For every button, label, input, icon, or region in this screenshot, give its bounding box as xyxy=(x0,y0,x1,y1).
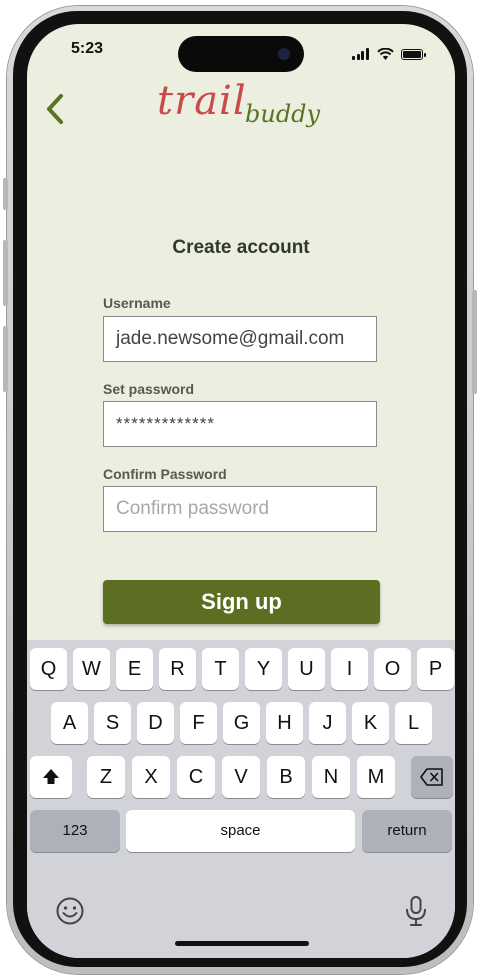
phone-side-button xyxy=(3,178,8,210)
key[interactable]: D xyxy=(137,702,174,744)
key[interactable]: F xyxy=(180,702,217,744)
space-key[interactable]: space xyxy=(126,810,355,852)
numbers-key[interactable]: 123 xyxy=(30,810,120,852)
key[interactable]: R xyxy=(159,648,196,690)
signal-icon xyxy=(352,42,370,60)
key[interactable]: N xyxy=(312,756,350,798)
screen: 5:23 trail buddy Create account Username… xyxy=(27,24,455,958)
shift-key[interactable] xyxy=(30,756,72,798)
confirm-password-field[interactable]: Confirm password xyxy=(103,486,377,532)
key[interactable]: S xyxy=(94,702,131,744)
key[interactable]: M xyxy=(357,756,395,798)
key[interactable]: H xyxy=(266,702,303,744)
phone-volume-down xyxy=(3,326,8,392)
status-icons xyxy=(352,42,426,60)
key[interactable]: T xyxy=(202,648,239,690)
key[interactable]: Z xyxy=(87,756,125,798)
trailbuddy-logo: trail buddy xyxy=(157,78,327,132)
emoji-icon[interactable] xyxy=(55,896,85,926)
phone-volume-up xyxy=(3,240,8,306)
logo-trail-text: trail xyxy=(157,78,247,124)
key[interactable]: W xyxy=(73,648,110,690)
backspace-key[interactable] xyxy=(411,756,453,798)
shift-icon xyxy=(43,769,59,784)
key[interactable]: O xyxy=(374,648,411,690)
logo-buddy-text: buddy xyxy=(245,100,321,128)
key[interactable]: V xyxy=(222,756,260,798)
username-label: Username xyxy=(103,295,171,311)
wifi-icon xyxy=(377,48,394,60)
status-time: 5:23 xyxy=(71,40,104,57)
back-chevron-icon[interactable] xyxy=(41,92,69,126)
dynamic-island xyxy=(178,36,304,72)
password-field[interactable]: ************* xyxy=(103,401,377,447)
phone-power-button xyxy=(472,290,477,394)
key[interactable]: P xyxy=(417,648,454,690)
backspace-icon xyxy=(420,768,443,786)
key[interactable]: E xyxy=(116,648,153,690)
key[interactable]: U xyxy=(288,648,325,690)
password-label: Set password xyxy=(103,381,195,397)
key[interactable]: L xyxy=(395,702,432,744)
camera-icon xyxy=(278,48,290,60)
return-key[interactable]: return xyxy=(362,810,452,852)
confirm-password-label: Confirm Password xyxy=(103,466,227,482)
key[interactable]: J xyxy=(309,702,346,744)
key[interactable]: K xyxy=(352,702,389,744)
key[interactable]: B xyxy=(267,756,305,798)
key[interactable]: G xyxy=(223,702,260,744)
microphone-icon[interactable] xyxy=(403,895,429,927)
home-indicator[interactable] xyxy=(175,941,309,946)
sign-up-button[interactable]: Sign up xyxy=(103,580,380,624)
page-title: Create account xyxy=(172,237,310,258)
username-field[interactable]: jade.newsome@gmail.com xyxy=(103,316,377,362)
key[interactable]: C xyxy=(177,756,215,798)
key[interactable]: X xyxy=(132,756,170,798)
keyboard: Q W E R T Y U I O P A S D F G H J K L Z … xyxy=(27,640,455,958)
battery-icon xyxy=(401,49,426,60)
key[interactable]: I xyxy=(331,648,368,690)
key[interactable]: A xyxy=(51,702,88,744)
key[interactable]: Q xyxy=(30,648,67,690)
key[interactable]: Y xyxy=(245,648,282,690)
